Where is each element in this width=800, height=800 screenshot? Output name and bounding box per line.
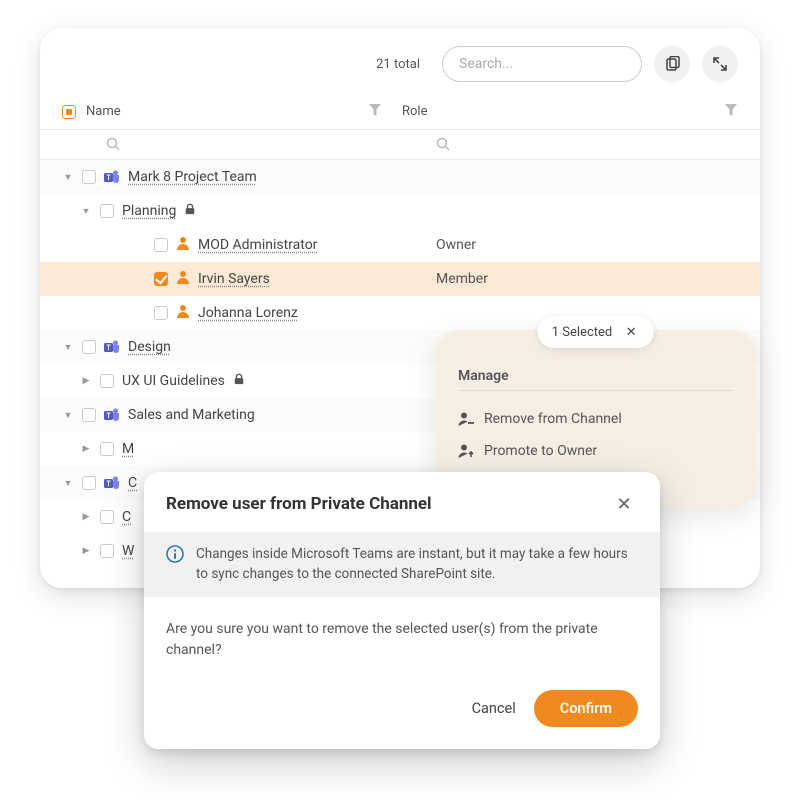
person-icon [176,304,190,322]
search-icon [436,137,450,151]
row-label[interactable]: Mark 8 Project Team [128,169,257,185]
dialog-body: Are you sure you want to remove the sele… [144,597,660,684]
caret-icon[interactable]: ▶ [80,512,92,522]
action-remove-from-channel[interactable]: Remove from Channel [458,403,734,435]
filter-role-button[interactable] [724,103,738,121]
column-role-label: Role [402,104,427,119]
row-checkbox[interactable] [154,238,168,252]
row-label[interactable]: C [128,475,137,491]
filter-name-input[interactable] [106,136,436,155]
caret-icon[interactable]: ▼ [62,342,74,353]
row-checkbox[interactable] [100,544,114,558]
person-icon [176,236,190,254]
copy-button[interactable] [654,46,690,82]
teams-icon [104,169,120,185]
row-checkbox[interactable] [100,374,114,388]
dialog-title: Remove user from Private Channel [166,494,432,514]
row-checkbox[interactable] [100,204,114,218]
expand-button[interactable] [702,46,738,82]
table-row[interactable]: ▼ Irvin Sayers Member [40,262,760,296]
caret-icon[interactable]: ▼ [62,478,74,489]
filter-role-input[interactable] [436,136,738,155]
row-role: Owner [436,237,738,253]
column-header: Name Role [40,94,760,130]
row-label[interactable]: Planning [122,203,176,219]
row-label[interactable]: Design [128,339,171,355]
person-icon [176,270,190,288]
info-icon [166,545,184,563]
confirm-dialog: Remove user from Private Channel ✕ Chang… [144,472,660,749]
filter-name-button[interactable] [368,103,382,121]
row-label[interactable]: Johanna Lorenz [198,305,298,321]
row-checkbox[interactable] [100,442,114,456]
row-checkbox[interactable] [82,408,96,422]
row-checkbox[interactable] [82,170,96,184]
caret-icon[interactable]: ▼ [62,410,74,421]
row-checkbox[interactable] [82,340,96,354]
divider [458,390,734,391]
caret-icon[interactable]: ▶ [80,376,92,386]
funnel-icon [724,103,738,117]
selection-count: 1 Selected [552,325,612,340]
row-label[interactable]: M [122,441,134,457]
row-checkbox[interactable] [154,272,168,286]
row-checkbox[interactable] [100,510,114,524]
row-label[interactable]: C [122,509,131,525]
confirm-button[interactable]: Confirm [534,690,638,727]
person-minus-icon [458,411,474,427]
search-icon [106,137,120,151]
dialog-info-text: Changes inside Microsoft Teams are insta… [196,544,638,585]
total-count: 21 total [376,57,420,72]
table-row[interactable]: ▼ MOD Administrator Owner [40,228,760,262]
teams-icon [104,475,120,491]
funnel-icon [368,103,382,117]
person-up-icon [458,443,474,459]
caret-icon[interactable]: ▼ [80,206,92,217]
action-promote-to-owner[interactable]: Promote to Owner [458,435,734,467]
select-all-checkbox[interactable] [62,105,76,119]
teams-icon [104,407,120,423]
search-input[interactable]: Search... [442,46,642,82]
table-row[interactable]: ▼ Planning [40,194,760,228]
dialog-close-button[interactable]: ✕ [610,490,638,518]
header: 21 total Search... [40,46,760,94]
caret-icon[interactable]: ▶ [80,444,92,454]
panel-title: Manage [458,368,734,384]
expand-icon [712,56,728,72]
row-checkbox[interactable] [154,306,168,320]
caret-icon[interactable]: ▼ [62,172,74,183]
row-label[interactable]: Sales and Marketing [128,407,255,423]
lock-icon [184,203,196,219]
copy-icon [664,56,680,72]
clear-selection-button[interactable]: ✕ [622,323,640,341]
caret-icon[interactable]: ▶ [80,546,92,556]
filter-row [40,130,760,160]
lock-icon [233,373,245,389]
row-label[interactable]: UX UI Guidelines [122,373,225,389]
row-role: Member [436,271,738,287]
teams-icon [104,339,120,355]
selection-pill: 1 Selected ✕ [538,316,654,348]
row-label[interactable]: Irvin Sayers [198,271,270,287]
table-row[interactable]: ▼ Mark 8 Project Team [40,160,760,194]
dialog-info-banner: Changes inside Microsoft Teams are insta… [144,532,660,597]
row-label[interactable]: W [122,543,134,559]
column-name-label: Name [86,104,121,119]
row-checkbox[interactable] [82,476,96,490]
cancel-button[interactable]: Cancel [472,700,516,717]
row-label[interactable]: MOD Administrator [198,237,317,253]
